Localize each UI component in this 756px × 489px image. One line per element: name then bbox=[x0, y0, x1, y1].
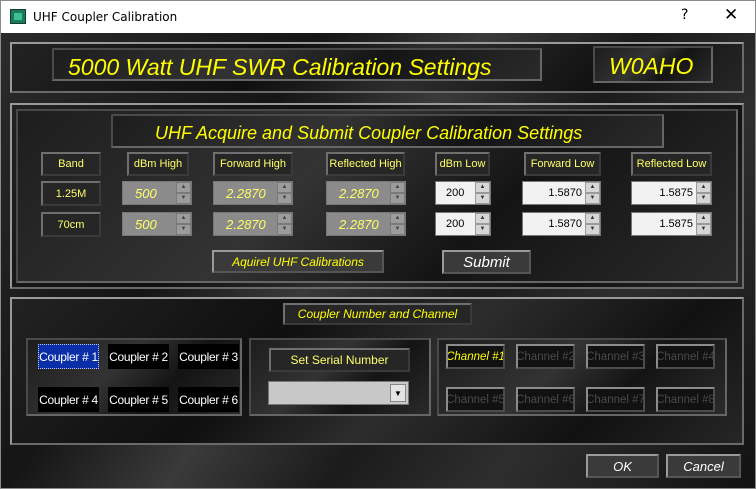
callsign-text: W0AHO bbox=[609, 53, 694, 79]
callsign-box: W0AHO bbox=[593, 46, 713, 83]
spin-up-icon[interactable]: ▲ bbox=[696, 182, 711, 193]
coupler-5-button[interactable]: Coupler # 5 bbox=[108, 387, 169, 412]
coupler-4-button[interactable]: Coupler # 4 bbox=[38, 387, 99, 412]
dbm-low-stepper[interactable]: 200 ▲ ▼ bbox=[435, 212, 491, 236]
close-button[interactable]: ✕ bbox=[724, 5, 738, 25]
dialog-window: UHF Coupler Calibration ? ✕ 5000 Watt UH… bbox=[0, 0, 756, 489]
ok-button[interactable]: OK bbox=[586, 454, 659, 478]
spin-up-icon[interactable]: ▲ bbox=[475, 213, 490, 224]
spin-down-icon[interactable]: ▼ bbox=[277, 224, 292, 235]
channel-8-button[interactable]: Channel #8 bbox=[656, 387, 715, 412]
spin-up-icon[interactable]: ▲ bbox=[390, 182, 405, 193]
channel-3-button[interactable]: Channel #3 bbox=[586, 344, 645, 369]
channel-2-button[interactable]: Channel #2 bbox=[516, 344, 575, 369]
col-forward-low: Forward Low bbox=[524, 152, 601, 176]
forward-low-stepper[interactable]: 1.5870 ▲ ▼ bbox=[522, 181, 601, 205]
spin-up-icon[interactable]: ▲ bbox=[176, 213, 191, 224]
dbm-high-stepper[interactable]: 500 ▲ ▼ bbox=[122, 181, 192, 205]
reflected-high-stepper[interactable]: 2.2870 ▲ ▼ bbox=[326, 181, 406, 205]
acquire-title-box: UHF Acquire and Submit Coupler Calibrati… bbox=[111, 114, 664, 148]
reflected-low-stepper[interactable]: 1.5875 ▲ ▼ bbox=[631, 181, 712, 205]
reflected-low-stepper[interactable]: 1.5875 ▲ ▼ bbox=[631, 212, 712, 236]
submit-button[interactable]: Submit bbox=[442, 250, 531, 274]
spin-down-icon[interactable]: ▼ bbox=[585, 193, 600, 204]
spin-up-icon[interactable]: ▲ bbox=[176, 182, 191, 193]
channel-1-button[interactable]: Channel #1 bbox=[446, 344, 505, 369]
spin-down-icon[interactable]: ▼ bbox=[585, 224, 600, 235]
coupler-1-button[interactable]: Coupler # 1 bbox=[38, 344, 99, 369]
coupler-3-button[interactable]: Coupler # 3 bbox=[178, 344, 239, 369]
serial-label: Set Serial Number bbox=[269, 348, 410, 372]
header-title-box: 5000 Watt UHF SWR Calibration Settings bbox=[52, 48, 542, 81]
spin-up-icon[interactable]: ▲ bbox=[475, 182, 490, 193]
row-band-label: 1.25M bbox=[41, 181, 101, 206]
coupler-6-button[interactable]: Coupler # 6 bbox=[178, 387, 239, 412]
chevron-down-icon[interactable]: ▼ bbox=[390, 384, 406, 402]
spin-down-icon[interactable]: ▼ bbox=[390, 193, 405, 204]
acquire-calibrations-button[interactable]: Aquirel UHF Calibrations bbox=[212, 250, 384, 273]
spin-down-icon[interactable]: ▼ bbox=[176, 193, 191, 204]
app-icon bbox=[10, 9, 26, 24]
spin-down-icon[interactable]: ▼ bbox=[475, 224, 490, 235]
title-bar: UHF Coupler Calibration ? ✕ bbox=[1, 1, 755, 33]
spin-up-icon[interactable]: ▲ bbox=[277, 182, 292, 193]
channel-7-button[interactable]: Channel #7 bbox=[586, 387, 645, 412]
spin-up-icon[interactable]: ▲ bbox=[277, 213, 292, 224]
col-reflected-high: Reflected High bbox=[326, 152, 405, 176]
channel-4-button[interactable]: Channel #4 bbox=[656, 344, 715, 369]
spin-up-icon[interactable]: ▲ bbox=[585, 213, 600, 224]
col-reflected-low: Reflected Low bbox=[631, 152, 712, 176]
forward-high-stepper[interactable]: 2.2870 ▲ ▼ bbox=[213, 212, 293, 236]
page-title: 5000 Watt UHF SWR Calibration Settings bbox=[68, 54, 492, 80]
col-dbm-low: dBm Low bbox=[435, 152, 490, 176]
reflected-high-stepper[interactable]: 2.2870 ▲ ▼ bbox=[326, 212, 406, 236]
header-panel: 5000 Watt UHF SWR Calibration Settings W… bbox=[10, 42, 744, 93]
row-band-label: 70cm bbox=[41, 212, 101, 237]
col-dbm-high: dBm High bbox=[127, 152, 189, 176]
channel-5-button[interactable]: Channel #5 bbox=[446, 387, 505, 412]
serial-number-select[interactable]: ▼ bbox=[268, 381, 409, 405]
coupler-2-button[interactable]: Coupler # 2 bbox=[108, 344, 169, 369]
spin-down-icon[interactable]: ▼ bbox=[277, 193, 292, 204]
forward-high-stepper[interactable]: 2.2870 ▲ ▼ bbox=[213, 181, 293, 205]
help-button[interactable]: ? bbox=[681, 7, 688, 23]
dbm-low-stepper[interactable]: 200 ▲ ▼ bbox=[435, 181, 491, 205]
dialog-body: 5000 Watt UHF SWR Calibration Settings W… bbox=[1, 33, 755, 488]
col-band: Band bbox=[41, 152, 101, 176]
window-title: UHF Coupler Calibration bbox=[33, 10, 178, 24]
channel-6-button[interactable]: Channel #6 bbox=[516, 387, 575, 412]
col-forward-high: Forward High bbox=[213, 152, 293, 176]
forward-low-stepper[interactable]: 1.5870 ▲ ▼ bbox=[522, 212, 601, 236]
spin-up-icon[interactable]: ▲ bbox=[390, 213, 405, 224]
spin-down-icon[interactable]: ▼ bbox=[176, 224, 191, 235]
coupler-title: Coupler Number and Channel bbox=[283, 303, 472, 325]
spin-down-icon[interactable]: ▼ bbox=[696, 193, 711, 204]
spin-up-icon[interactable]: ▲ bbox=[696, 213, 711, 224]
spin-up-icon[interactable]: ▲ bbox=[585, 182, 600, 193]
cancel-button[interactable]: Cancel bbox=[666, 454, 741, 478]
spin-down-icon[interactable]: ▼ bbox=[475, 193, 490, 204]
spin-down-icon[interactable]: ▼ bbox=[390, 224, 405, 235]
dbm-high-stepper[interactable]: 500 ▲ ▼ bbox=[122, 212, 192, 236]
acquire-title: UHF Acquire and Submit Coupler Calibrati… bbox=[155, 123, 583, 143]
spin-down-icon[interactable]: ▼ bbox=[696, 224, 711, 235]
